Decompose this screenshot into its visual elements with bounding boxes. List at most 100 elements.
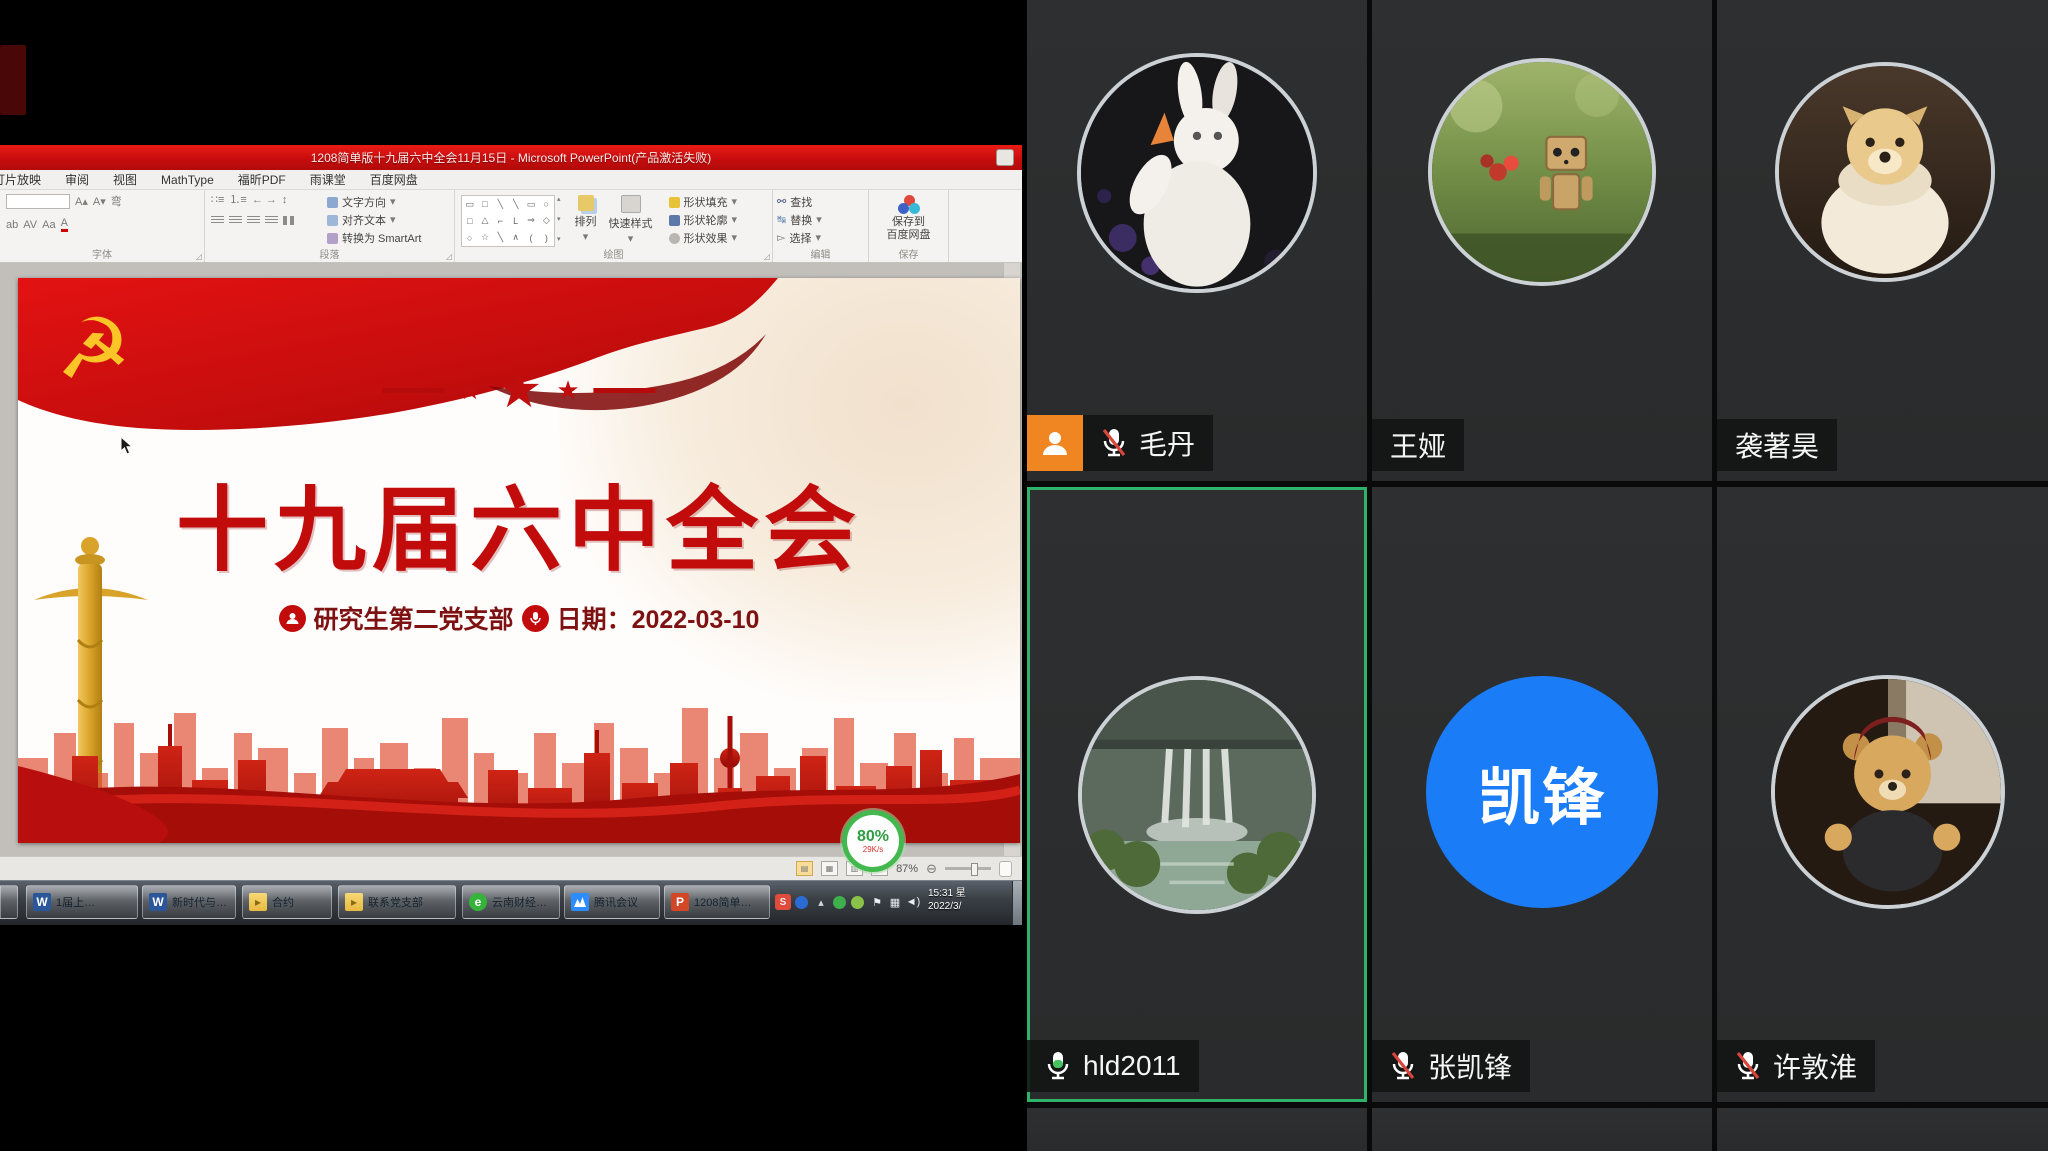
word-icon: W xyxy=(33,893,51,911)
find-button[interactable]: ⚯ 查找 xyxy=(773,193,868,211)
shapes-scroll[interactable]: ▴▾▾ xyxy=(557,195,561,243)
taskbar-item-word-2[interactable]: W 新时代与… xyxy=(142,885,236,919)
slide-sorter-icon[interactable]: ▦ xyxy=(821,861,838,876)
save-to-baidu-pan-button[interactable]: 保存到 百度网盘 xyxy=(869,193,948,243)
line-spacing-icon[interactable]: ↕ xyxy=(282,194,288,206)
shapes-gallery[interactable]: ▭□╲╲▭○ □△⌐L⇒◇ ○☆╲∧() xyxy=(461,195,555,247)
taskbar-item-tencent-meeting[interactable]: 腾讯会议 xyxy=(564,885,660,919)
font-dialog-launcher[interactable]: ◿ xyxy=(196,252,202,261)
normal-view-icon[interactable]: ▤ xyxy=(796,861,813,876)
select-button[interactable]: ▻ 选择▾ xyxy=(773,229,868,247)
ribbon: A▴ A▾ 弯 ab AV Aa A 字体 ◿ xyxy=(0,190,1022,263)
font-name-box[interactable] xyxy=(6,194,70,209)
tab-baidu-pan[interactable]: 百度网盘 xyxy=(370,171,418,188)
titlebar[interactable]: 1208简单版十九届六中全会11月15日 - Microsoft PowerPo… xyxy=(0,145,1022,170)
drawing-dialog-launcher[interactable]: ◿ xyxy=(764,252,770,261)
align-right-icon[interactable] xyxy=(247,216,260,225)
change-case-icon[interactable]: Aa xyxy=(42,219,55,231)
video-tile-xizhuhao[interactable]: 袭著昊 xyxy=(1717,0,2048,481)
taskbar-item-browser[interactable]: e 云南财经… xyxy=(462,885,560,919)
slide-title: 十九届六中全会 xyxy=(18,456,1020,589)
align-text-button[interactable]: 对齐文本▾ xyxy=(323,211,425,229)
tab-review[interactable]: 审阅 xyxy=(65,171,89,188)
shape-effects-button[interactable]: 形状效果▾ xyxy=(665,229,742,247)
taskbar-item-folder-1[interactable]: ▸ 合约 xyxy=(242,885,332,919)
taskbar-item-cut[interactable] xyxy=(0,885,18,919)
shape-effects-icon xyxy=(669,233,680,244)
text-direction-button[interactable]: 文字方向▾ xyxy=(323,193,425,211)
danbo-garden-avatar xyxy=(1432,62,1652,282)
video-tile-wangya[interactable]: 王娅 xyxy=(1372,0,1712,481)
numbering-icon[interactable]: ⒈≡ xyxy=(229,194,246,206)
participant-name: 袭著昊 xyxy=(1735,425,1819,465)
tray-action-center-flag-icon[interactable]: ⚑ xyxy=(869,894,885,910)
tray-360-icon[interactable] xyxy=(833,896,846,909)
tray-qq-icon[interactable] xyxy=(795,896,808,909)
tray-clock[interactable]: 15:31 星 2022/3/ xyxy=(928,887,1014,913)
font-color-icon[interactable]: A xyxy=(61,217,68,232)
slide-canvas[interactable]: ☭ ★★★ 十九届六中全会 研究生第二党支部 日期 xyxy=(18,278,1020,843)
fit-to-window-icon[interactable] xyxy=(999,861,1012,877)
shape-outline-button[interactable]: 形状轮廓▾ xyxy=(665,211,742,229)
tray-sogou-icon[interactable]: S xyxy=(775,894,791,910)
zoom-slider[interactable] xyxy=(945,867,991,870)
initials-avatar: 凯锋 xyxy=(1426,676,1658,908)
video-tile-partial[interactable] xyxy=(1027,1108,1367,1151)
char-spacing-icon[interactable]: AV xyxy=(23,219,37,231)
tab-foxit-pdf[interactable]: 福昕PDF xyxy=(238,171,286,188)
arrange-button[interactable]: 排列 ▾ xyxy=(569,193,603,245)
smartart-icon xyxy=(327,233,338,244)
zoom-slider-handle[interactable] xyxy=(971,863,978,876)
video-tile-hld2011[interactable]: hld2011 xyxy=(1027,487,1367,1102)
window-control-icon[interactable] xyxy=(996,149,1014,166)
taskbar-item-powerpoint[interactable]: P 1208简单… xyxy=(664,885,770,919)
align-left-icon[interactable] xyxy=(211,216,224,225)
accelerator-ball[interactable]: 80% 29K/s xyxy=(842,810,904,872)
align-text-icon xyxy=(327,215,338,226)
mic-active-icon xyxy=(1045,1050,1071,1082)
avatar xyxy=(1082,680,1312,910)
tab-mathtype[interactable]: MathType xyxy=(161,173,214,187)
font-group-label: 字体 xyxy=(0,246,204,261)
tab-yuketang[interactable]: 雨课堂 xyxy=(310,171,346,188)
paragraph-dialog-launcher[interactable]: ◿ xyxy=(446,252,452,261)
pin-badge-icon xyxy=(522,605,549,632)
avatar xyxy=(1775,679,2001,905)
mouse-cursor xyxy=(120,436,134,456)
find-icon: ⚯ xyxy=(777,196,786,208)
shrink-font-icon[interactable]: A▾ xyxy=(93,196,106,208)
video-tile-partial[interactable] xyxy=(1717,1108,2048,1151)
bullets-icon[interactable]: ∷≡ xyxy=(211,194,224,206)
tray-green-icon[interactable] xyxy=(851,896,864,909)
video-tile-maodan[interactable]: 毛丹 xyxy=(1027,0,1367,481)
align-justify-icon[interactable] xyxy=(265,216,278,225)
shape-fill-button[interactable]: 形状填充▾ xyxy=(665,193,742,211)
align-center-icon[interactable] xyxy=(229,216,242,225)
smartart-button[interactable]: 转换为 SmartArt xyxy=(323,229,425,247)
zoom-out-icon[interactable]: ⊖ xyxy=(926,863,937,875)
tab-slideshow[interactable]: 灯片放映 xyxy=(0,171,41,188)
participant-name: 毛丹 xyxy=(1139,423,1195,463)
quick-styles-button[interactable]: 快速样式 ▾ xyxy=(603,193,659,247)
select-icon: ▻ xyxy=(777,232,785,244)
font-group: A▴ A▾ 弯 ab AV Aa A 字体 ◿ xyxy=(0,190,205,262)
indent-icons[interactable]: ← → xyxy=(252,194,277,206)
columns-icon[interactable] xyxy=(283,216,296,225)
drawing-group-label: 绘图 xyxy=(455,246,772,261)
video-tile-partial[interactable] xyxy=(1372,1108,1712,1151)
strikethrough-icon[interactable]: ab xyxy=(6,219,18,231)
tray-hidden-icons-arrow[interactable]: ▴ xyxy=(813,894,829,910)
taskbar-item-folder-2[interactable]: ▸ 联系党支部 xyxy=(338,885,456,919)
tray-volume-icon[interactable]: ◄) xyxy=(905,894,921,910)
video-tile-xudunhuai[interactable]: 许敦淮 xyxy=(1717,487,2048,1102)
replace-button[interactable]: ↹ 替换▾ xyxy=(773,211,868,229)
taskbar-item-word-1[interactable]: W 1届上… xyxy=(26,885,138,919)
tray-network-icon[interactable]: ▦ xyxy=(887,894,903,910)
teddy-bear-avatar xyxy=(1775,679,2001,905)
phonetic-icon[interactable]: 弯 xyxy=(111,196,122,208)
grow-font-icon[interactable]: A▴ xyxy=(75,196,88,208)
paragraph-group: ∷≡ ⒈≡ ← → ↕ xyxy=(205,190,455,262)
tab-view[interactable]: 视图 xyxy=(113,171,137,188)
show-desktop-button[interactable] xyxy=(1012,881,1022,925)
video-tile-zhangkaifeng[interactable]: 凯锋 张凯锋 xyxy=(1372,487,1712,1102)
